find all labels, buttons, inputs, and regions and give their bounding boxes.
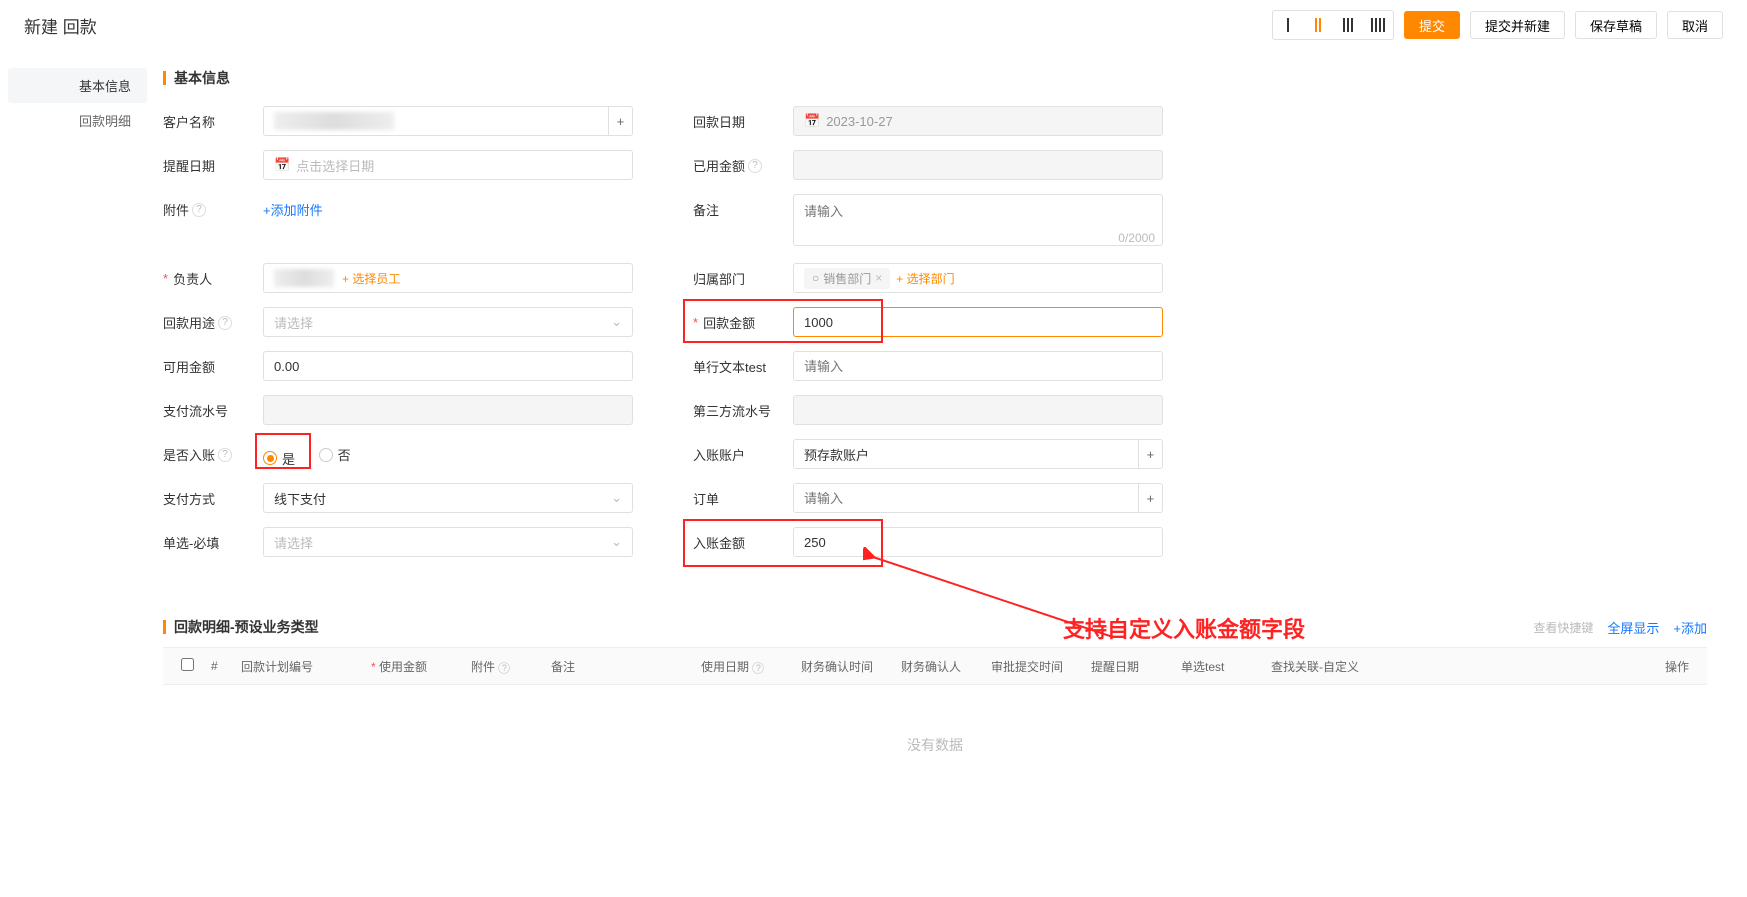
payment-date-label: 回款日期 xyxy=(693,106,783,131)
owner-input[interactable]: + 选择员工 xyxy=(263,263,633,293)
remark-label: 备注 xyxy=(693,194,783,219)
select-req-label: 单选-必填 xyxy=(163,527,253,552)
save-draft-button[interactable]: 保存草稿 xyxy=(1575,11,1657,39)
single-text-input[interactable] xyxy=(793,351,1163,381)
dept-input[interactable]: ○销售部门× + 选择部门 xyxy=(793,263,1163,293)
account-input[interactable]: 预存款账户 xyxy=(793,439,1139,469)
booked-yes-radio[interactable]: 是 xyxy=(263,449,295,468)
account-add-button[interactable]: + xyxy=(1139,439,1163,469)
annotation-text: 支持自定义入账金额字段 xyxy=(1063,612,1305,644)
calendar-icon: 📅 xyxy=(804,113,820,129)
section-basic-title: 基本信息 xyxy=(163,68,1707,88)
booked-label: 是否入账? xyxy=(163,439,253,464)
book-amount-input[interactable] xyxy=(793,527,1163,557)
help-icon: ? xyxy=(748,159,762,173)
attachment-label: 附件? xyxy=(163,194,253,219)
purpose-label: 回款用途? xyxy=(163,307,253,332)
single-text-label: 单行文本test xyxy=(693,351,783,376)
help-icon: ? xyxy=(192,203,206,217)
sidebar-item-detail[interactable]: 回款明细 xyxy=(0,103,155,138)
select-req-select[interactable]: 请选择 ⌄ xyxy=(263,527,633,557)
add-row-link[interactable]: +添加 xyxy=(1673,618,1707,637)
sidebar-item-basic[interactable]: 基本信息 xyxy=(8,68,147,103)
third-serial-label: 第三方流水号 xyxy=(693,395,783,420)
fullscreen-link[interactable]: 全屏显示 xyxy=(1607,618,1659,637)
help-icon: ? xyxy=(218,316,232,330)
chevron-down-icon: ⌄ xyxy=(611,490,622,506)
help-icon: ? xyxy=(218,448,232,462)
remind-date-input[interactable]: 📅 点击选择日期 xyxy=(263,150,633,180)
account-label: 入账账户 xyxy=(693,439,783,464)
used-amount-input[interactable] xyxy=(793,150,1163,180)
select-dept-link[interactable]: + 选择部门 xyxy=(896,270,954,287)
density-toggle[interactable] xyxy=(1272,10,1394,40)
remark-textarea[interactable] xyxy=(793,194,1163,246)
select-all-checkbox[interactable] xyxy=(181,658,194,671)
calendar-icon: 📅 xyxy=(274,157,290,173)
remind-date-label: 提醒日期 xyxy=(163,150,253,175)
customer-name-label: 客户名称 xyxy=(163,106,253,131)
submit-button[interactable]: 提交 xyxy=(1404,11,1460,39)
book-amount-label: 入账金额 xyxy=(693,527,783,552)
payment-amount-label: *回款金额 xyxy=(693,307,783,332)
chevron-down-icon: ⌄ xyxy=(611,534,622,550)
section-detail-title: 回款明细-预设业务类型 xyxy=(163,617,319,637)
customer-add-button[interactable]: + xyxy=(609,106,633,136)
dept-tag-icon: ○ xyxy=(812,271,819,285)
order-input[interactable] xyxy=(793,483,1139,513)
select-owner-link[interactable]: + 选择员工 xyxy=(342,270,400,287)
purpose-select[interactable]: 请选择 ⌄ xyxy=(263,307,633,337)
chevron-down-icon: ⌄ xyxy=(611,314,622,330)
add-attachment-link[interactable]: +添加附件 xyxy=(263,203,323,218)
serial-input[interactable] xyxy=(263,395,633,425)
remark-counter: 0/2000 xyxy=(1118,231,1155,245)
available-label: 可用金额 xyxy=(163,351,253,376)
customer-name-input[interactable] xyxy=(263,106,609,136)
table-empty: 没有数据 xyxy=(163,685,1707,805)
booked-no-radio[interactable]: 否 xyxy=(319,445,351,464)
order-add-button[interactable]: + xyxy=(1139,483,1163,513)
payment-amount-input[interactable] xyxy=(793,307,1163,337)
dept-label: 归属部门 xyxy=(693,263,783,288)
used-amount-label: 已用金额? xyxy=(693,150,783,175)
available-input[interactable] xyxy=(263,351,633,381)
cancel-button[interactable]: 取消 xyxy=(1667,11,1723,39)
order-label: 订单 xyxy=(693,483,783,508)
page-title: 新建 回款 xyxy=(24,13,97,38)
payment-date-input[interactable]: 📅 2023-10-27 xyxy=(793,106,1163,136)
remove-tag-icon[interactable]: × xyxy=(875,271,882,285)
submit-new-button[interactable]: 提交并新建 xyxy=(1470,11,1565,39)
pay-method-select[interactable]: 线下支付 ⌄ xyxy=(263,483,633,513)
table-header: # 回款计划编号 * 使用金额 附件 ? 备注 使用日期 ? 财务确认时间 财务… xyxy=(163,647,1707,685)
owner-label: *负责人 xyxy=(163,263,253,288)
shortcuts-link[interactable]: 查看快捷键 xyxy=(1533,619,1593,636)
third-serial-input[interactable] xyxy=(793,395,1163,425)
pay-method-label: 支付方式 xyxy=(163,483,253,508)
serial-label: 支付流水号 xyxy=(163,395,253,420)
